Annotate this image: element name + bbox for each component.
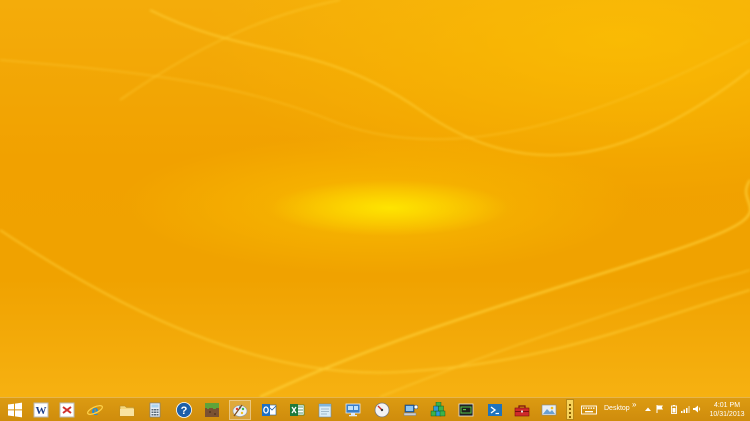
desktop-toolbar-label[interactable]: Desktop — [604, 405, 630, 412]
network-computer-button[interactable] — [400, 400, 422, 420]
excel-button[interactable] — [286, 400, 308, 420]
clock-time: 4:01 PM — [713, 402, 741, 409]
toolbox-button[interactable] — [511, 400, 533, 420]
word-w-icon: W — [33, 402, 49, 418]
notepad-button[interactable] — [314, 400, 336, 420]
internet-explorer-icon: e — [87, 403, 103, 418]
terminal-button[interactable] — [455, 400, 477, 420]
paint-palette-icon — [232, 404, 248, 417]
powershell-button[interactable] — [484, 400, 506, 420]
minecraft-block-icon — [205, 403, 219, 417]
registry-editor-button[interactable] — [427, 400, 449, 420]
xmind-button[interactable] — [56, 400, 78, 420]
photo-viewer-button[interactable] — [538, 400, 560, 420]
wallpaper-light-streaks — [0, 0, 750, 397]
show-hidden-icons-icon[interactable] — [643, 404, 653, 414]
keyboard-icon — [581, 405, 597, 415]
svg-text:W: W — [36, 405, 47, 417]
battery-icon[interactable] — [669, 404, 679, 414]
registry-cubes-icon — [430, 402, 446, 417]
clock-date: 10/31/2013 — [709, 411, 745, 418]
desktop-toolbar-chevron-icon[interactable]: » — [632, 400, 636, 409]
word-button[interactable]: W — [30, 400, 52, 420]
speedometer-button[interactable] — [371, 400, 393, 420]
network-computer-icon — [403, 404, 419, 416]
internet-explorer-button[interactable]: e — [84, 400, 106, 420]
taskbar-overflow-grip[interactable] — [566, 399, 574, 420]
calculator-icon — [149, 402, 161, 418]
start-button[interactable] — [4, 400, 26, 420]
xmind-icon — [59, 402, 75, 418]
notepad-icon — [318, 403, 332, 418]
file-explorer-button[interactable] — [116, 400, 138, 420]
remote-desktop-icon — [345, 403, 361, 417]
desktop-wallpaper[interactable] — [0, 0, 750, 397]
windows-logo-icon — [8, 402, 22, 418]
folder-icon — [119, 405, 135, 417]
terminal-icon — [458, 403, 474, 417]
outlook-icon — [262, 404, 277, 416]
excel-icon — [290, 404, 305, 416]
network-signal-icon[interactable] — [680, 404, 690, 414]
calculator-button[interactable] — [144, 400, 166, 420]
toolbox-icon — [514, 405, 530, 417]
powershell-icon — [488, 404, 502, 416]
taskbar: W e ? Desktop » 4:01 PM 10/31/2013 — [0, 397, 750, 421]
remote-desktop-button[interactable] — [342, 400, 364, 420]
outlook-button[interactable] — [258, 400, 280, 420]
volume-icon[interactable] — [692, 404, 702, 414]
touch-keyboard-button[interactable] — [578, 400, 600, 420]
speedometer-icon — [374, 402, 390, 418]
svg-text:?: ? — [181, 405, 188, 417]
clock[interactable]: 4:01 PM 10/31/2013 — [704, 401, 750, 419]
action-center-flag-icon[interactable] — [655, 404, 665, 414]
help-question-icon: ? — [176, 402, 192, 418]
paint-button[interactable] — [229, 400, 251, 420]
help-button[interactable]: ? — [173, 400, 195, 420]
photo-viewer-icon — [541, 404, 557, 416]
minecraft-button[interactable] — [201, 400, 223, 420]
